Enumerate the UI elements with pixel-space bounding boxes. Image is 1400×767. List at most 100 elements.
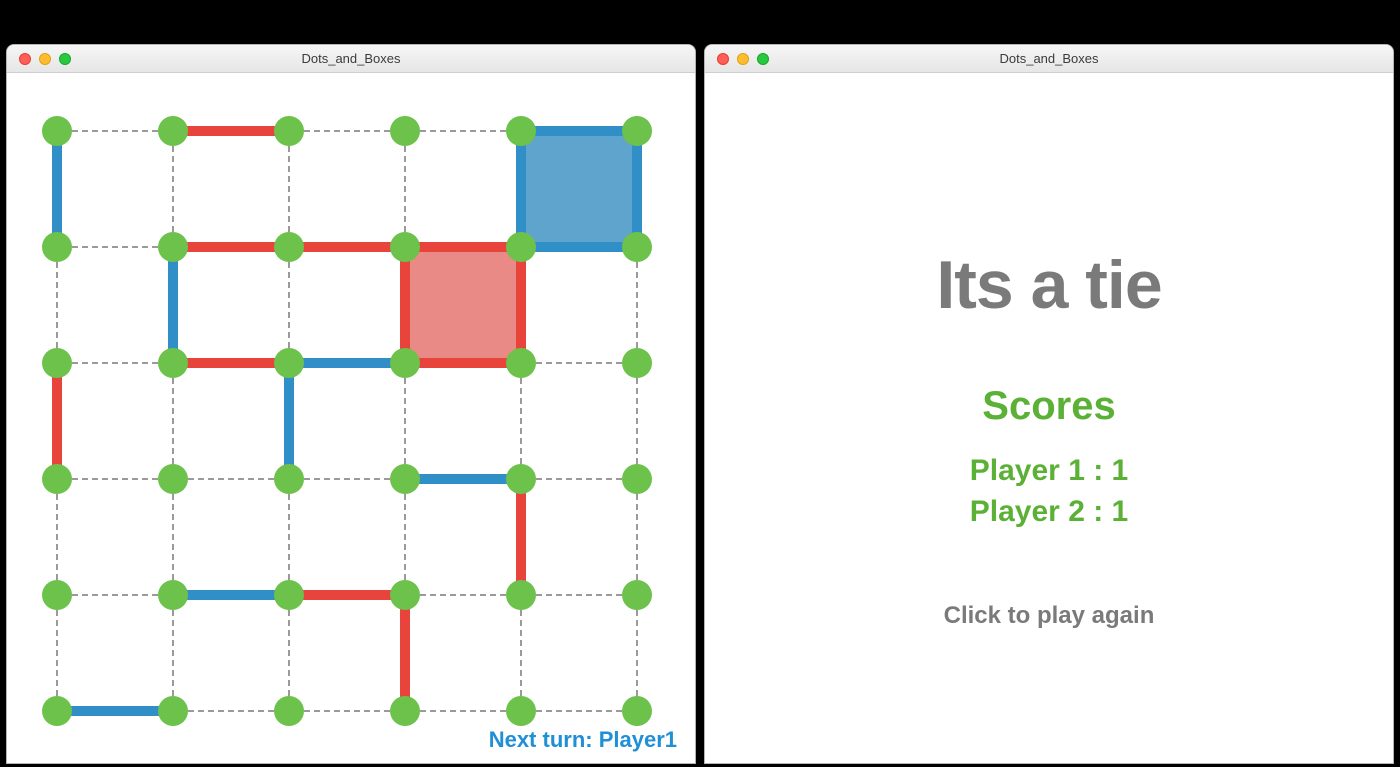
game-content: Next turn: Player1 [7,73,695,763]
edge-v-empty[interactable] [172,494,174,580]
board[interactable] [37,111,657,731]
dot [42,696,72,726]
edge-h-empty[interactable] [188,478,274,480]
edge-v-p1 [168,253,178,357]
edge-v-empty[interactable] [56,610,58,696]
edge-h-empty[interactable] [72,594,158,596]
edge-v-empty[interactable] [520,610,522,696]
edge-v-empty[interactable] [288,610,290,696]
dot [274,232,304,262]
edge-v-empty[interactable] [288,494,290,580]
edge-v-empty[interactable] [288,262,290,348]
result-wrap[interactable]: Its a tie Scores Player 1 : 1 Player 2 :… [705,73,1393,763]
edge-h-empty[interactable] [72,362,158,364]
dot [506,580,536,610]
edge-h-p1 [295,358,399,368]
minimize-icon[interactable] [39,53,51,65]
dot [158,580,188,610]
zoom-icon[interactable] [59,53,71,65]
dot [506,116,536,146]
edge-h-p2 [295,590,399,600]
edge-h-p2 [179,126,283,136]
titlebar[interactable]: Dots_and_Boxes [705,45,1393,73]
edge-h-empty[interactable] [304,130,390,132]
edge-v-empty[interactable] [172,610,174,696]
dot [622,580,652,610]
dot [42,580,72,610]
edge-v-p2 [516,253,526,357]
edge-v-p2 [400,601,410,705]
game-window: Dots_and_Boxes Next turn: Player1 [6,44,696,764]
dot [622,232,652,262]
edge-h-empty[interactable] [304,478,390,480]
edge-v-empty[interactable] [636,494,638,580]
dot [622,116,652,146]
edge-v-empty[interactable] [172,378,174,464]
dot [274,580,304,610]
edge-h-empty[interactable] [420,130,506,132]
dot [42,348,72,378]
edge-v-empty[interactable] [404,146,406,232]
edge-h-empty[interactable] [420,710,506,712]
edge-h-empty[interactable] [72,130,158,132]
close-icon[interactable] [19,53,31,65]
dot [158,116,188,146]
edge-v-p1 [632,137,642,241]
scores-header: Scores [982,384,1115,429]
dot [622,464,652,494]
box-p2 [405,247,521,363]
titlebar[interactable]: Dots_and_Boxes [7,45,695,73]
dot [506,348,536,378]
edge-v-empty[interactable] [288,146,290,232]
edge-v-empty[interactable] [404,378,406,464]
edge-v-empty[interactable] [56,494,58,580]
dot [158,232,188,262]
dot [622,348,652,378]
dot [506,696,536,726]
edge-v-empty[interactable] [636,262,638,348]
dot [390,580,420,610]
edge-v-empty[interactable] [172,146,174,232]
dot [506,232,536,262]
edge-h-empty[interactable] [536,362,622,364]
edge-h-empty[interactable] [188,710,274,712]
edge-v-empty[interactable] [520,378,522,464]
edge-h-empty[interactable] [304,710,390,712]
edge-h-p1 [411,474,515,484]
dot [274,464,304,494]
edge-v-p1 [52,137,62,241]
dot [42,116,72,146]
dot [274,116,304,146]
edge-h-empty[interactable] [536,710,622,712]
edge-h-empty[interactable] [536,594,622,596]
edge-v-p1 [516,137,526,241]
edge-v-empty[interactable] [404,494,406,580]
edge-h-empty[interactable] [420,594,506,596]
edge-v-p1 [284,369,294,473]
edge-h-p1 [527,242,631,252]
dot [390,464,420,494]
zoom-icon[interactable] [757,53,769,65]
close-icon[interactable] [717,53,729,65]
dot [390,348,420,378]
dot [622,696,652,726]
minimize-icon[interactable] [737,53,749,65]
dot [158,696,188,726]
edge-h-p1 [179,590,283,600]
edge-v-empty[interactable] [56,262,58,348]
traffic-lights [705,53,769,65]
window-title: Dots_and_Boxes [7,51,695,66]
result-headline: Its a tie [936,246,1161,324]
dot [42,464,72,494]
edge-h-empty[interactable] [72,478,158,480]
dot [158,348,188,378]
edge-h-empty[interactable] [72,246,158,248]
edge-h-empty[interactable] [536,478,622,480]
edge-v-empty[interactable] [636,610,638,696]
result-content[interactable]: Its a tie Scores Player 1 : 1 Player 2 :… [705,73,1393,763]
dot [42,232,72,262]
edge-v-empty[interactable] [636,378,638,464]
play-again-text[interactable]: Click to play again [944,602,1155,630]
edge-h-p2 [411,242,515,252]
dot [390,116,420,146]
